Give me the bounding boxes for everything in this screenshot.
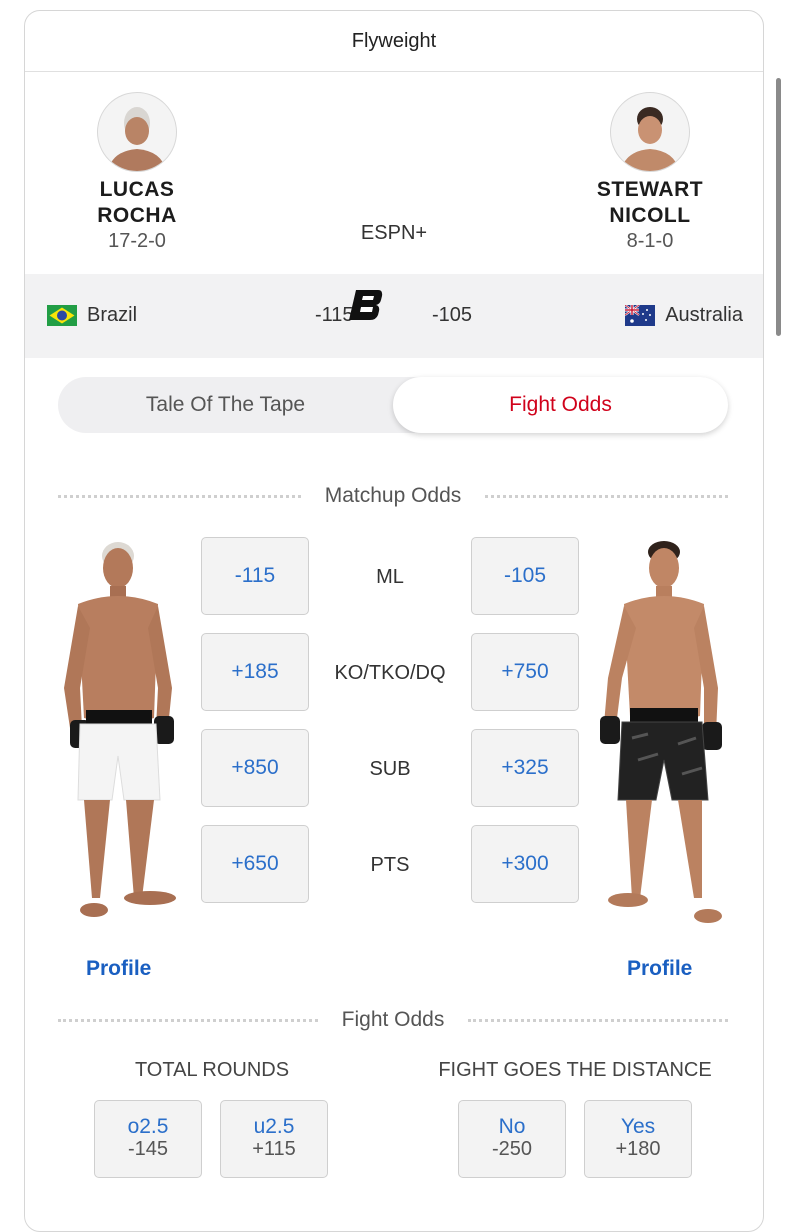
fighters-header: LUCAS ROCHA 17-2-0 ESPN+ STEWART NICOLL …: [25, 72, 763, 272]
distance-no-odds: -250: [491, 1138, 533, 1160]
odds-label-sub: SUB: [369, 758, 411, 780]
scrollbar[interactable]: [776, 78, 781, 336]
odds-pts-left[interactable]: +650: [201, 825, 309, 903]
distance-title: FIGHT GOES THE DISTANCE: [438, 1059, 712, 1081]
fighter-right-country-name: Australia: [665, 304, 743, 326]
total-rounds-over-odds: -145: [127, 1138, 169, 1160]
odds-label-ml: ML: [376, 566, 404, 588]
total-rounds-under-button[interactable]: u2.5 +115: [220, 1100, 328, 1178]
fighter-left-headshot[interactable]: [97, 92, 177, 172]
fighter-left-profile-link[interactable]: Profile: [86, 957, 151, 981]
fighter-right-last-name: NICOLL: [609, 204, 691, 227]
odds-label-pts: PTS: [370, 854, 410, 876]
total-rounds-under-odds: +115: [252, 1138, 296, 1160]
brazil-flag-icon: [47, 305, 77, 326]
fighter-right-profile-link[interactable]: Profile: [627, 957, 692, 981]
odds-label-ko: KO/TKO/DQ: [334, 662, 446, 684]
fighter-left-body-image: [64, 542, 176, 917]
division-title: Flyweight: [25, 11, 763, 72]
fighter-right-country: Australia: [625, 304, 743, 327]
tab-tale-of-the-tape[interactable]: Tale Of The Tape: [58, 377, 393, 433]
total-rounds-title: TOTAL ROUNDS: [134, 1059, 290, 1081]
distance-no-button[interactable]: No -250: [458, 1100, 566, 1178]
odds-ml-left[interactable]: -115: [201, 537, 309, 615]
odds-sub-right[interactable]: +325: [471, 729, 579, 807]
fighter-left-country-name: Brazil: [87, 304, 138, 326]
odds-ml-right[interactable]: -105: [471, 537, 579, 615]
odds-ko-right[interactable]: +750: [471, 633, 579, 711]
fight-odds-title: Fight Odds: [341, 1008, 445, 1031]
total-rounds-over-label: o2.5: [127, 1115, 169, 1138]
fighter-right-record: 8-1-0: [626, 230, 674, 252]
matchup-odds-header: Matchup Odds: [58, 484, 729, 508]
total-rounds-under-label: u2.5: [253, 1115, 295, 1138]
distance-no-label: No: [498, 1115, 526, 1138]
matchup-odds-title: Matchup Odds: [324, 484, 462, 507]
fighter-right[interactable]: STEWART NICOLL 8-1-0: [560, 92, 740, 253]
fighter-left-first-name: LUCAS: [99, 178, 175, 201]
odds-pts-right[interactable]: +300: [471, 825, 579, 903]
fighter-right-headshot[interactable]: [610, 92, 690, 172]
odds-ko-left[interactable]: +185: [201, 633, 309, 711]
fighter-right-first-name: STEWART: [596, 178, 704, 201]
espn-bet-logo-icon: [348, 288, 384, 327]
fight-odds-header: Fight Odds: [58, 1008, 728, 1032]
australia-flag-icon: [625, 305, 656, 326]
fighter-right-body-image: [600, 541, 722, 923]
country-odds-bar: Brazil -115 -105 Australia: [25, 274, 763, 358]
distance-yes-odds: +180: [615, 1138, 661, 1160]
distance-yes-label: Yes: [620, 1115, 656, 1138]
tab-fight-odds[interactable]: Fight Odds: [393, 377, 728, 433]
fighter-right-line: -105: [432, 304, 473, 326]
view-tabs: Tale Of The Tape Fight Odds: [58, 377, 728, 433]
odds-sub-left[interactable]: +850: [201, 729, 309, 807]
distance-yes-button[interactable]: Yes +180: [584, 1100, 692, 1178]
fighter-left-country: Brazil: [47, 304, 137, 327]
total-rounds-over-button[interactable]: o2.5 -145: [94, 1100, 202, 1178]
